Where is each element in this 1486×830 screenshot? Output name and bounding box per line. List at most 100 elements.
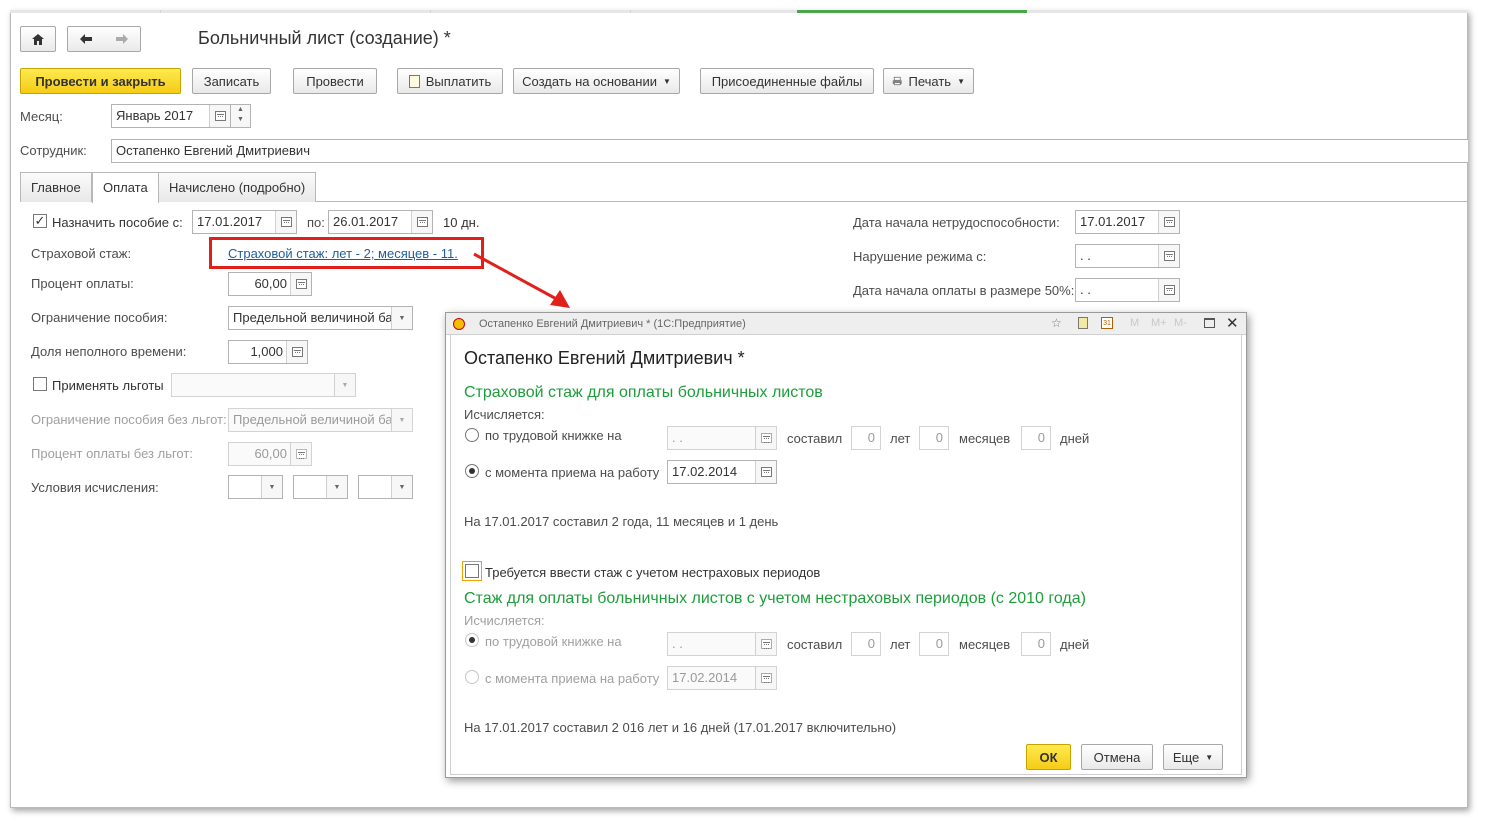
part-time-field[interactable]: 1,000 [228, 340, 308, 364]
hire-date-value-2: 17.02.2014 [672, 670, 738, 685]
calendar-icon[interactable] [755, 427, 776, 449]
percent-value: 60,00 [254, 276, 287, 291]
workbook-date-field-2[interactable]: . . [667, 632, 777, 656]
condition-select-1[interactable]: ▼ [228, 475, 283, 499]
disability-start-value: 17.01.2017 [1080, 214, 1146, 229]
calendar-icon[interactable] [209, 105, 230, 127]
calendar-icon[interactable] [1158, 245, 1179, 267]
print-button[interactable]: Печать ▼ [883, 68, 974, 94]
limit-label: Ограничение пособия: [31, 310, 168, 325]
back-arrow-icon[interactable] [79, 33, 93, 45]
months-label: месяцев [959, 431, 1011, 446]
dropdown-caret-icon[interactable]: ▼ [334, 374, 355, 396]
calendar-icon[interactable] [755, 461, 776, 483]
memory-minus-icon[interactable]: M- [1174, 317, 1187, 329]
calendar-icon[interactable] [411, 211, 432, 233]
employee-field[interactable]: Остапенко Евгений Дмитриевич [111, 139, 1468, 163]
dropdown-caret-icon: ▼ [957, 76, 965, 86]
conditions-label: Условия исчисления: [31, 480, 159, 495]
more-button[interactable]: Еще ▼ [1163, 744, 1223, 770]
save-button[interactable]: Записать [192, 68, 271, 94]
limit-no-benefits-select[interactable]: Предельной величиной ба ▼ [228, 408, 413, 432]
print-label: Печать [908, 73, 952, 89]
half-pay-label: Дата начала оплаты в размере 50%: [853, 283, 1075, 298]
post-and-close-button[interactable]: Провести и закрыть [20, 68, 181, 94]
calculator-icon[interactable] [286, 341, 307, 363]
summary-insurance: На 17.01.2017 составил 2 года, 11 месяце… [464, 514, 779, 529]
apply-benefits-checkbox[interactable] [33, 377, 47, 391]
tab-main[interactable]: Главное [20, 172, 92, 202]
dropdown-caret-icon[interactable]: ▼ [391, 409, 412, 431]
calendar-icon[interactable] [1158, 211, 1179, 233]
condition-select-3[interactable]: ▼ [358, 475, 413, 499]
hire-date-field-2[interactable]: 17.02.2014 [667, 666, 777, 690]
disability-start-field[interactable]: 17.01.2017 [1075, 210, 1180, 234]
condition-select-2[interactable]: ▼ [293, 475, 348, 499]
days-field-2[interactable]: 0 [1021, 632, 1051, 656]
maximize-icon[interactable] [1204, 318, 1215, 328]
favorite-star-icon[interactable]: ☆ [1051, 316, 1062, 330]
dropdown-caret-icon[interactable]: ▼ [391, 307, 412, 329]
noninsurance-checkbox[interactable] [465, 564, 479, 578]
workbook-date-field[interactable]: . . [667, 426, 777, 450]
hire-date-field[interactable]: 17.02.2014 [667, 460, 777, 484]
month-spinner[interactable]: ▲ ▼ [230, 104, 251, 128]
workbook-date-value: . . [672, 430, 683, 445]
percent-field[interactable]: 60,00 [228, 272, 312, 296]
insurance-experience-dialog: Остапенко Евгений Дмитриевич * (1С:Предп… [445, 312, 1247, 778]
calculator-icon[interactable] [290, 443, 311, 465]
years-field-2[interactable]: 0 [851, 632, 881, 656]
cancel-button[interactable]: Отмена [1081, 744, 1153, 770]
workbook-radio[interactable] [465, 428, 479, 442]
pay-button[interactable]: Выплатить [397, 68, 503, 94]
insurance-experience-link[interactable]: Страховой стаж: лет - 2; месяцев - 11. [228, 246, 458, 261]
tab-payment[interactable]: Оплата [92, 172, 159, 203]
tab-accrued-detailed[interactable]: Начислено (подробно) [158, 172, 317, 202]
assign-benefit-checkbox[interactable]: ✓ [33, 214, 47, 228]
memory-plus-icon[interactable]: M+ [1151, 317, 1167, 329]
days-field[interactable]: 0 [1021, 426, 1051, 450]
more-label: Еще [1172, 749, 1200, 765]
assign-from-field[interactable]: 17.01.2017 [192, 210, 297, 234]
months-field[interactable]: 0 [919, 426, 949, 450]
limit-select[interactable]: Предельной величиной ба ▼ [228, 306, 413, 330]
benefits-select[interactable]: ▼ [171, 373, 356, 397]
dialog-window-title: Остапенко Евгений Дмитриевич * (1С:Предп… [479, 318, 746, 330]
dropdown-caret-icon[interactable]: ▼ [391, 476, 412, 498]
calendar-icon[interactable] [755, 633, 776, 655]
hire-date-value: 17.02.2014 [672, 464, 738, 479]
percent-no-benefits-field[interactable]: 60,00 [228, 442, 312, 466]
days-label-2: дней [1060, 637, 1090, 652]
close-icon[interactable]: ✕ [1226, 314, 1239, 332]
calculator-icon[interactable] [290, 273, 311, 295]
assign-to-field[interactable]: 26.01.2017 [328, 210, 433, 234]
years-label: лет [890, 431, 911, 446]
half-pay-field[interactable]: . . [1075, 278, 1180, 302]
post-button[interactable]: Провести [293, 68, 377, 94]
forward-arrow-icon[interactable] [115, 33, 129, 45]
month-value: Январь 2017 [116, 108, 194, 123]
create-based-on-button[interactable]: Создать на основании ▼ [513, 68, 680, 94]
percent-no-benefits-label: Процент оплаты без льгот: [31, 446, 193, 461]
attached-files-button[interactable]: Присоединенные файлы [700, 68, 874, 94]
calculator-icon[interactable] [1078, 317, 1088, 329]
month-field[interactable]: Январь 2017 [111, 104, 231, 128]
calendar-icon[interactable]: 31 [1101, 317, 1113, 329]
part-time-value: 1,000 [250, 344, 283, 359]
violation-field[interactable]: . . [1075, 244, 1180, 268]
months-field-2[interactable]: 0 [919, 632, 949, 656]
dropdown-caret-icon[interactable]: ▼ [261, 476, 282, 498]
years-field[interactable]: 0 [851, 426, 881, 450]
calendar-icon[interactable] [755, 667, 776, 689]
hire-date-radio[interactable] [465, 464, 479, 478]
hire-date-radio-2[interactable] [465, 670, 479, 684]
window-title: Больничный лист (создание) * [198, 28, 451, 48]
calendar-icon[interactable] [275, 211, 296, 233]
ok-button[interactable]: ОК [1026, 744, 1071, 770]
calendar-icon[interactable] [1158, 279, 1179, 301]
memory-m-icon[interactable]: M [1130, 317, 1139, 329]
workbook-radio-2[interactable] [465, 633, 479, 647]
printer-icon [892, 76, 902, 86]
dropdown-caret-icon[interactable]: ▼ [326, 476, 347, 498]
home-button[interactable] [20, 26, 56, 52]
